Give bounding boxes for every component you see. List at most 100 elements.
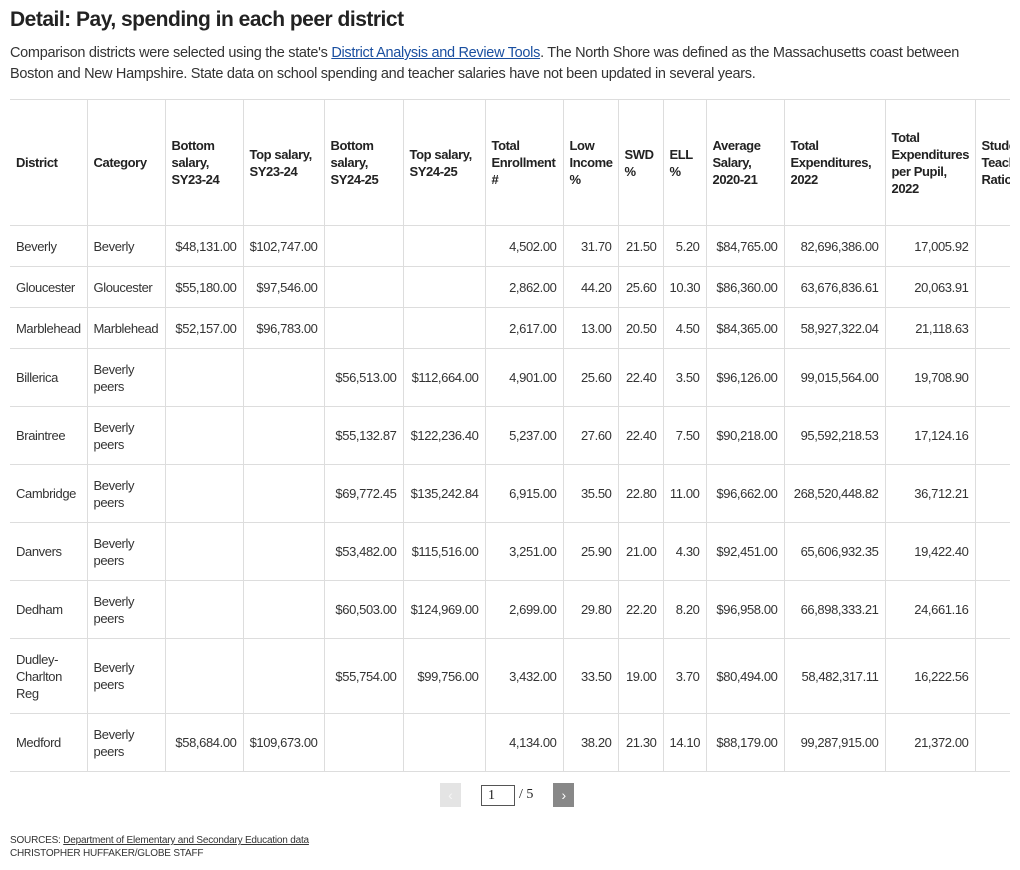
table-cell: $92,451.00: [705, 522, 785, 581]
table-row: Dudley-Charlton Reg Beverly peers $55,754.…: [10, 638, 1010, 714]
table-cell: $84,365.00: [705, 307, 785, 349]
table-cell: 21,372.00: [884, 713, 976, 772]
column-header: Total Expenditures, 2022: [783, 99, 886, 226]
intro-text: Comparison districts were selected using…: [10, 43, 1000, 85]
table-cell: 3,432.00: [484, 638, 564, 714]
table-cell: [242, 348, 325, 407]
table-cell: [323, 266, 404, 308]
table-container[interactable]: District Category Bottom salary, SY23-24 To…: [10, 99, 1010, 776]
table-cell: Braintree: [10, 406, 88, 465]
prev-page-button[interactable]: ‹: [440, 783, 461, 807]
page-count: / 5: [519, 787, 534, 802]
table-row: Billerica Beverly peers $56,513.00 $112,664…: [10, 348, 1010, 407]
column-header: Low Income %: [562, 99, 619, 226]
table-cell: [164, 348, 244, 407]
table-cell: [242, 406, 325, 465]
column-header: Total Enrollment #: [484, 99, 564, 226]
table-cell: $112,664.00: [402, 348, 486, 407]
table-cell: 11.00: [662, 464, 707, 523]
table-cell: 14.10: [662, 713, 707, 772]
table-cell: 25.60: [562, 348, 619, 407]
pagination: ‹ 1 / 5 ›: [440, 783, 575, 807]
page-number-input[interactable]: 1: [481, 784, 515, 806]
table-cell: 2,862.00: [484, 266, 564, 308]
table-cell: 21,118.63: [884, 307, 976, 349]
table-cell: 63,676,836.61: [783, 266, 886, 308]
table-row: Cambridge Beverly peers $69,772.45 $135,242…: [10, 464, 1010, 523]
table-cell: $96,783.00: [242, 307, 325, 349]
table-cell: [164, 638, 244, 714]
column-header: Category: [86, 99, 166, 226]
table-cell: 35.50: [562, 464, 619, 523]
table-cell: 82,696,386.00: [783, 225, 886, 267]
table-cell: $96,662.00: [705, 464, 785, 523]
intro-before: Comparison districts were selected using…: [10, 45, 332, 61]
table-cell: 20.50: [617, 307, 664, 349]
table-cell: [402, 225, 486, 267]
table-cell: $84,765.00: [705, 225, 785, 267]
table-cell: 268,520,448.82: [783, 464, 886, 523]
table-cell: 12: [974, 406, 1010, 465]
table-cell: [242, 638, 325, 714]
table-cell: Dedham: [10, 580, 88, 639]
table-cell: 21.00: [617, 522, 664, 581]
table-cell: 7.50: [662, 406, 707, 465]
table-cell: 3.50: [662, 348, 707, 407]
table-cell: 11: [974, 580, 1010, 639]
sources-link[interactable]: Department of Elementary and Secondary E…: [63, 835, 309, 846]
credit: CHRISTOPHER HUFFAKER/GLOBE STAFF: [10, 848, 204, 859]
table-cell: $58,684.00: [164, 713, 244, 772]
table-cell: [164, 464, 244, 523]
table-cell: 19,422.40: [884, 522, 976, 581]
table-cell: $109,673.00: [242, 713, 325, 772]
table-cell: $90,218.00: [705, 406, 785, 465]
table-cell: Marblehead: [10, 307, 88, 349]
sources-label: SOURCES:: [10, 835, 64, 846]
table-cell: 25.60: [617, 266, 664, 308]
table-cell: 21.50: [617, 225, 664, 267]
table-cell: 17,124.16: [884, 406, 976, 465]
table-cell: $135,242.84: [402, 464, 486, 523]
table-cell: [402, 307, 486, 349]
table-cell: 65,606,932.35: [783, 522, 886, 581]
table-cell: 10: [974, 713, 1010, 772]
table-cell: [164, 522, 244, 581]
table-cell: $56,513.00: [323, 348, 404, 407]
table-row: Marblehead Marblehead $52,157.00 $96,783.00…: [10, 307, 1010, 349]
district-analysis-link[interactable]: District Analysis and Review Tools: [331, 45, 540, 61]
table-cell: $96,958.00: [705, 580, 785, 639]
table-cell: 4,134.00: [484, 713, 564, 772]
data-table: District Category Bottom salary, SY23-24 To…: [10, 99, 1010, 772]
table-cell: Beverly: [86, 225, 166, 267]
table-cell: Marblehead: [86, 307, 166, 349]
table-cell: 58,927,322.04: [783, 307, 886, 349]
table-cell: 99,287,915.00: [783, 713, 886, 772]
table-cell: 3.70: [662, 638, 707, 714]
table-cell: $48,131.00: [164, 225, 244, 267]
table-cell: Beverly: [10, 225, 88, 267]
table-cell: Gloucester: [86, 266, 166, 308]
column-header: Bottom salary, SY23-24: [164, 99, 244, 226]
table-cell: $122,236.40: [402, 406, 486, 465]
table-cell: 10: [974, 307, 1010, 349]
table-cell: 21.30: [617, 713, 664, 772]
table-cell: Medford: [10, 713, 88, 772]
column-header: SWD %: [617, 99, 664, 226]
table-cell: 22.80: [617, 464, 664, 523]
column-header: Bottom salary, SY24-25: [323, 99, 404, 226]
table-cell: $86,360.00: [705, 266, 785, 308]
table-cell: 24,661.16: [884, 580, 976, 639]
table-row: Braintree Beverly peers $55,132.87 $122,236…: [10, 406, 1010, 465]
next-page-button[interactable]: ›: [553, 783, 575, 807]
table-cell: Cambridge: [10, 464, 88, 523]
table-cell: 36,712.21: [884, 464, 976, 523]
table-cell: Beverly peers: [86, 348, 166, 407]
table-cell: 16,222.56: [884, 638, 976, 714]
table-cell: Beverly peers: [86, 406, 166, 465]
table-cell: 2,617.00: [484, 307, 564, 349]
table-cell: Beverly peers: [86, 713, 166, 772]
table-cell: [323, 713, 404, 772]
table-cell: $69,772.45: [323, 464, 404, 523]
table-cell: 22.40: [617, 348, 664, 407]
table-cell: 10: [974, 266, 1010, 308]
